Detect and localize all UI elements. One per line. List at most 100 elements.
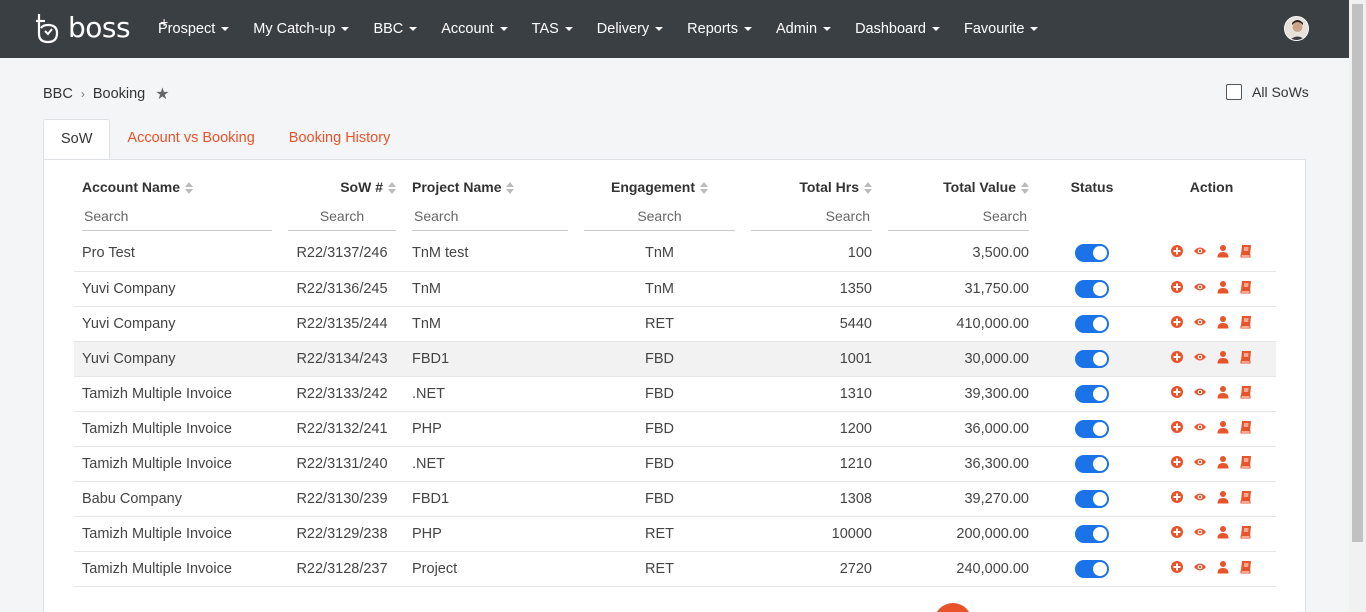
user-icon[interactable] xyxy=(1216,385,1230,399)
search-account-input[interactable] xyxy=(82,203,272,231)
book-icon[interactable] xyxy=(1239,350,1253,364)
table-row[interactable]: Tamizh Multiple Invoice R22/3132/241 PHP FB… xyxy=(74,411,1276,447)
user-icon[interactable] xyxy=(1216,280,1230,294)
nav-prospect[interactable]: Prospect xyxy=(158,21,230,37)
nav-favourite[interactable]: Favourite xyxy=(964,21,1039,37)
sort-icon[interactable] xyxy=(864,182,872,195)
view-eye-icon[interactable] xyxy=(1193,490,1207,504)
search-project-input[interactable] xyxy=(412,203,568,231)
status-toggle[interactable] xyxy=(1075,524,1109,543)
boss-logo[interactable]: boss + xyxy=(36,12,168,44)
add-circle-icon[interactable] xyxy=(1170,280,1184,294)
col-engagement[interactable]: Engagement xyxy=(576,171,743,203)
col-account-name[interactable]: Account Name xyxy=(74,171,280,203)
breadcrumb-bbc[interactable]: BBC xyxy=(43,86,73,102)
status-toggle[interactable] xyxy=(1075,314,1109,333)
nav-admin[interactable]: Admin xyxy=(776,21,832,37)
user-icon[interactable] xyxy=(1216,455,1230,469)
status-toggle[interactable] xyxy=(1075,454,1109,473)
nav-delivery[interactable]: Delivery xyxy=(597,21,664,37)
col-total-hrs[interactable]: Total Hrs xyxy=(743,171,880,203)
user-icon[interactable] xyxy=(1216,420,1230,434)
table-row[interactable]: Pro Test R22/3137/246 TnM test TnM 100 3,500.… xyxy=(74,236,1276,272)
tab-account-vs-booking[interactable]: Account vs Booking xyxy=(110,119,271,160)
status-toggle[interactable] xyxy=(1075,244,1109,263)
book-icon[interactable] xyxy=(1239,420,1253,434)
status-toggle[interactable] xyxy=(1075,279,1109,298)
tab-sow[interactable]: SoW xyxy=(43,119,111,160)
view-eye-icon[interactable] xyxy=(1193,315,1207,329)
book-icon[interactable] xyxy=(1239,315,1253,329)
add-circle-icon[interactable] xyxy=(1170,350,1184,364)
view-eye-icon[interactable] xyxy=(1193,525,1207,539)
table-row[interactable]: Tamizh Multiple Invoice R22/3133/242 .NET F… xyxy=(74,376,1276,412)
user-icon[interactable] xyxy=(1216,490,1230,504)
user-icon[interactable] xyxy=(1216,244,1230,258)
col-sow-number[interactable]: SoW # xyxy=(280,171,404,203)
add-circle-icon[interactable] xyxy=(1170,525,1184,539)
search-value-input[interactable] xyxy=(888,203,1029,231)
table-row[interactable]: Yuvi Company R22/3134/243 FBD1 FBD 1001 30,00… xyxy=(74,341,1276,377)
status-toggle[interactable] xyxy=(1075,489,1109,508)
table-row[interactable]: Tamizh Multiple Invoice R22/3128/237 Proje… xyxy=(74,551,1276,587)
all-sows-toggle[interactable]: All SoWs xyxy=(1226,84,1309,100)
sow-table: Account Name SoW # Project Name Engageme… xyxy=(74,171,1276,587)
book-icon[interactable] xyxy=(1239,490,1253,504)
status-toggle[interactable] xyxy=(1075,349,1109,368)
tab-booking-history[interactable]: Booking History xyxy=(272,119,408,160)
status-toggle[interactable] xyxy=(1075,559,1109,578)
user-icon[interactable] xyxy=(1216,315,1230,329)
add-circle-icon[interactable] xyxy=(1170,490,1184,504)
nav-bbc[interactable]: BBC xyxy=(373,21,418,37)
search-sow-input[interactable] xyxy=(288,203,396,231)
book-icon[interactable] xyxy=(1239,455,1253,469)
book-icon[interactable] xyxy=(1239,560,1253,574)
col-project-name[interactable]: Project Name xyxy=(404,171,576,203)
sort-icon[interactable] xyxy=(1021,182,1029,195)
col-total-value[interactable]: Total Value xyxy=(880,171,1037,203)
user-icon[interactable] xyxy=(1216,525,1230,539)
view-eye-icon[interactable] xyxy=(1193,560,1207,574)
nav-account[interactable]: Account xyxy=(441,21,508,37)
view-eye-icon[interactable] xyxy=(1193,280,1207,294)
table-row[interactable]: Tamizh Multiple Invoice R22/3131/240 .NET F… xyxy=(74,446,1276,482)
vertical-scrollbar[interactable] xyxy=(1349,0,1366,612)
view-eye-icon[interactable] xyxy=(1193,350,1207,364)
book-icon[interactable] xyxy=(1239,525,1253,539)
nav-reports[interactable]: Reports xyxy=(687,21,752,37)
search-hrs-input[interactable] xyxy=(751,203,872,231)
add-circle-icon[interactable] xyxy=(1170,560,1184,574)
user-icon[interactable] xyxy=(1216,350,1230,364)
book-icon[interactable] xyxy=(1239,280,1253,294)
search-engagement-input[interactable] xyxy=(584,203,735,231)
add-circle-icon[interactable] xyxy=(1170,420,1184,434)
sort-icon[interactable] xyxy=(388,182,396,195)
table-row[interactable]: Yuvi Company R22/3136/245 TnM TnM 1350 31,750… xyxy=(74,271,1276,307)
scrollbar-thumb[interactable] xyxy=(1352,4,1363,542)
nav-my-catch-up[interactable]: My Catch-up xyxy=(253,21,350,37)
sort-icon[interactable] xyxy=(185,182,194,195)
book-icon[interactable] xyxy=(1239,244,1253,258)
favourite-star-icon[interactable]: ★ xyxy=(155,84,169,104)
user-icon[interactable] xyxy=(1216,560,1230,574)
nav-tas[interactable]: TAS xyxy=(532,21,573,37)
status-toggle[interactable] xyxy=(1075,384,1109,403)
nav-dashboard[interactable]: Dashboard xyxy=(855,21,940,37)
add-circle-icon[interactable] xyxy=(1170,455,1184,469)
view-eye-icon[interactable] xyxy=(1193,455,1207,469)
table-row[interactable]: Tamizh Multiple Invoice R22/3129/238 PHP RE… xyxy=(74,516,1276,552)
add-circle-icon[interactable] xyxy=(1170,315,1184,329)
add-circle-icon[interactable] xyxy=(1170,385,1184,399)
table-row[interactable]: Babu Company R22/3130/239 FBD1 FBD 1308 39,27… xyxy=(74,481,1276,517)
all-sows-checkbox[interactable] xyxy=(1226,84,1242,100)
table-row[interactable]: Yuvi Company R22/3135/244 TnM RET 5440 410,00… xyxy=(74,306,1276,342)
view-eye-icon[interactable] xyxy=(1193,420,1207,434)
sort-icon[interactable] xyxy=(700,182,708,195)
view-eye-icon[interactable] xyxy=(1193,385,1207,399)
view-eye-icon[interactable] xyxy=(1193,244,1207,258)
sort-icon[interactable] xyxy=(506,182,515,195)
add-circle-icon[interactable] xyxy=(1170,244,1184,258)
user-avatar[interactable] xyxy=(1284,16,1309,41)
status-toggle[interactable] xyxy=(1075,419,1109,438)
book-icon[interactable] xyxy=(1239,385,1253,399)
